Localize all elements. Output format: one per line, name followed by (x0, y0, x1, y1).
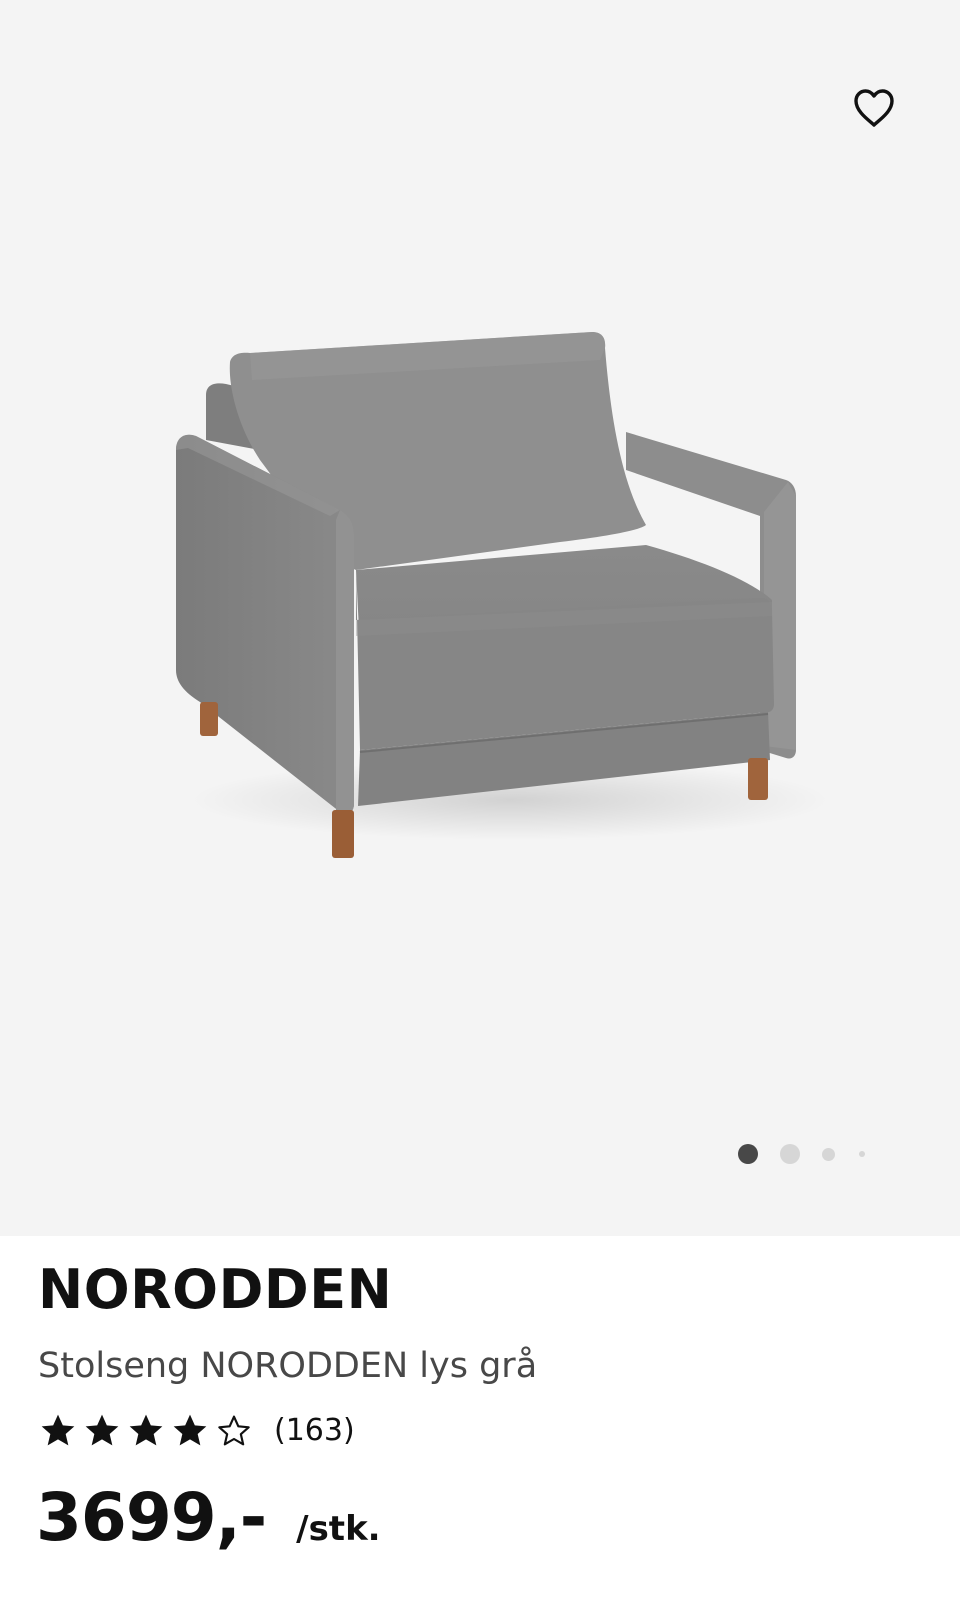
rating-summary[interactable]: (163) (38, 1408, 355, 1454)
price-row: 3699,- /stk. (36, 1478, 381, 1558)
gallery-dot-1-active[interactable] (738, 1144, 758, 1164)
star-filled-icon (173, 1414, 207, 1446)
product-price: 3699,- (36, 1479, 267, 1556)
gallery-dot-3[interactable] (822, 1147, 835, 1161)
star-outline-icon (218, 1415, 250, 1446)
favorite-button[interactable] (836, 70, 912, 146)
star-filled-icon (85, 1414, 119, 1446)
product-page: NORODDEN Stolseng NORODDEN lys grå (163)… (0, 0, 960, 1604)
product-image-gallery[interactable] (0, 0, 960, 1236)
review-count: (163) (274, 1413, 355, 1448)
product-name: NORODDEN (38, 1258, 393, 1321)
price-unit: /stk. (296, 1509, 381, 1549)
gallery-pagination (738, 1140, 865, 1168)
product-description: Stolseng NORODDEN lys grå (38, 1346, 538, 1386)
product-image (176, 332, 830, 858)
gallery-dot-4[interactable] (859, 1151, 865, 1157)
star-filled-icon (129, 1414, 163, 1446)
heart-outline-icon (854, 89, 894, 127)
gallery-dot-2[interactable] (780, 1144, 800, 1164)
star-filled-icon (41, 1414, 75, 1446)
product-info: NORODDEN Stolseng NORODDEN lys grå (163)… (0, 1236, 960, 1604)
rating-stars (38, 1411, 258, 1451)
